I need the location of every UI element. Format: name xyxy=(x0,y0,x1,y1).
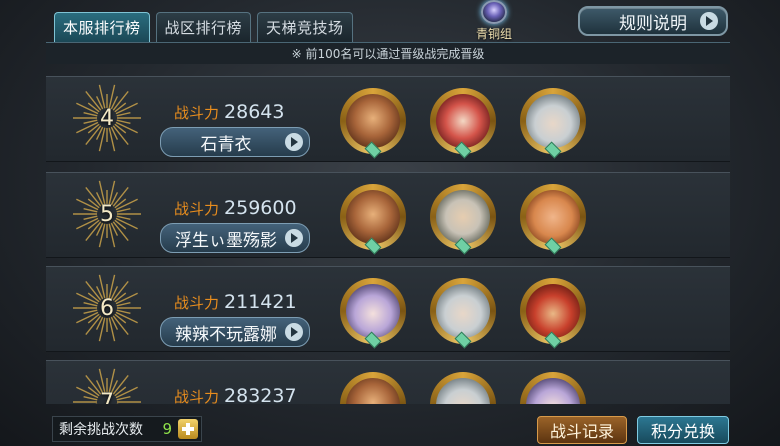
hero-slot[interactable] xyxy=(430,372,496,404)
combat-power-label: 战斗力 xyxy=(174,388,220,404)
play-arrow-icon xyxy=(285,323,303,341)
combat-power-value: 259600 xyxy=(224,197,297,219)
hero-slot[interactable] xyxy=(520,372,586,404)
play-arrow-icon xyxy=(700,12,718,30)
combat-power: 战斗力 211421 xyxy=(174,291,297,313)
combat-power-value: 211421 xyxy=(224,291,297,313)
attempts-label: 剩余挑战次数 xyxy=(59,422,143,438)
player-name-button[interactable]: 石青衣 xyxy=(160,127,310,157)
hero-slot[interactable] xyxy=(430,88,496,159)
player-name-button[interactable]: 辣辣不玩露娜 xyxy=(160,317,310,347)
player-name: 石青衣 xyxy=(200,134,252,155)
rank-number: 4 xyxy=(100,105,114,131)
badge-label: 青铜组 xyxy=(475,27,512,41)
ranking-row[interactable]: 6 战斗力 211421 辣辣不玩露娜 xyxy=(46,266,730,352)
promotion-notice: ※ 前100名可以通过晋级战完成晋级 xyxy=(46,42,730,64)
combat-power-value: 283237 xyxy=(224,385,297,404)
rank-number: 5 xyxy=(100,201,114,227)
ranking-row[interactable]: 7 战斗力 283237 xyxy=(46,360,730,404)
tab-zone-ranking[interactable]: 战区排行榜 xyxy=(155,12,252,42)
hero-slot[interactable] xyxy=(340,278,406,349)
armored-lady-hero-avatar xyxy=(436,94,490,148)
battle-log-button[interactable]: 战斗记录 xyxy=(537,416,627,444)
rules-button-label: 规则说明 xyxy=(619,13,687,34)
combat-power-value: 28643 xyxy=(224,101,285,123)
white-hair-hero-avatar xyxy=(436,284,490,338)
bronze-group-badge: 青铜组 xyxy=(469,0,519,42)
combat-power: 战斗力 259600 xyxy=(174,197,297,219)
rank-number: 6 xyxy=(100,295,114,321)
ranking-list[interactable]: 4 战斗力 28643 石青衣 5 战斗力 259600 浮生ぃ墨殇影 6 战斗力 2 xyxy=(46,76,730,404)
hero-slot[interactable] xyxy=(520,88,586,159)
bronze-gem-icon xyxy=(481,0,507,24)
points-exchange-button[interactable]: 积分兑换 xyxy=(637,416,729,444)
player-name: 浮生ぃ墨殇影 xyxy=(175,230,277,251)
laughing-monk-avatar xyxy=(526,190,580,244)
hero-slot[interactable] xyxy=(430,184,496,255)
silver-hair-swordsman-avatar xyxy=(436,190,490,244)
player-name-button[interactable]: 浮生ぃ墨殇影 xyxy=(160,223,310,253)
tab-ladder-arena[interactable]: 天梯竞技场 xyxy=(257,12,353,42)
tab-server-ranking[interactable]: 本服排行榜 xyxy=(54,12,150,42)
player-name: 辣辣不玩露娜 xyxy=(175,324,277,345)
monkey-king-avatar xyxy=(526,284,580,338)
rank-number: 7 xyxy=(100,389,114,405)
attempts-count: 9 xyxy=(162,420,172,438)
hero-slot[interactable] xyxy=(520,184,586,255)
remaining-attempts: 剩余挑战次数 9 xyxy=(52,416,202,442)
ranking-row[interactable]: 4 战斗力 28643 石青衣 xyxy=(46,76,730,162)
hero-slot[interactable] xyxy=(340,88,406,159)
ranking-tabs: 本服排行榜 战区排行榜 天梯竞技场 xyxy=(54,12,353,42)
warrior-hero-avatar xyxy=(346,190,400,244)
warrior-hero-avatar xyxy=(346,94,400,148)
combat-power-label: 战斗力 xyxy=(174,294,220,312)
rules-button[interactable]: 规则说明 xyxy=(578,6,728,36)
hero-slot[interactable] xyxy=(430,278,496,349)
hero-slot[interactable] xyxy=(340,184,406,255)
combat-power-label: 战斗力 xyxy=(174,200,220,218)
play-arrow-icon xyxy=(285,133,303,151)
hero-slot[interactable] xyxy=(340,372,406,404)
ranking-row[interactable]: 5 战斗力 259600 浮生ぃ墨殇影 xyxy=(46,172,730,258)
combat-power: 战斗力 283237 xyxy=(174,385,297,404)
combat-power-label: 战斗力 xyxy=(174,104,220,122)
add-attempts-icon[interactable] xyxy=(178,419,198,439)
white-hair-hero-avatar xyxy=(526,94,580,148)
combat-power: 战斗力 28643 xyxy=(174,101,284,123)
fox-spirit-girl-avatar xyxy=(346,284,400,338)
hero-slot[interactable] xyxy=(520,278,586,349)
play-arrow-icon xyxy=(285,229,303,247)
